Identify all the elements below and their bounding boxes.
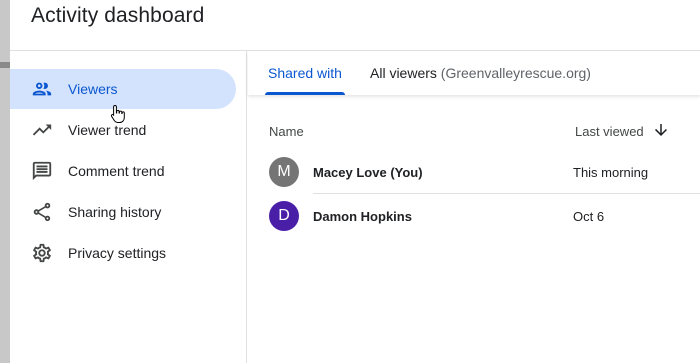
tab-all-viewers[interactable]: All viewers (Greenvalleyrescue.org) [370,51,591,95]
hand-cursor-icon [110,104,125,123]
share-icon [30,200,54,224]
sidebar-item-comment-trend[interactable]: Comment trend [10,151,236,191]
activity-dashboard-dialog: Activity dashboard Viewers Viewer trend … [10,0,700,363]
dialog-header: Activity dashboard [10,0,700,51]
tab-domain: (Greenvalleyrescue.org) [440,65,591,81]
sidebar-item-label: Viewer trend [68,122,147,138]
sidebar-item-label: Privacy settings [68,245,167,261]
arrow-down-icon[interactable] [652,121,670,139]
avatar: M [269,157,299,187]
people-icon [30,77,54,101]
dialog-title: Activity dashboard [31,4,205,27]
person-name: Macey Love (You) [313,165,423,180]
person-name: Damon Hopkins [313,209,412,224]
row-divider [313,193,700,194]
sidebar-item-viewers[interactable]: Viewers [10,69,236,109]
active-tab-indicator [265,92,345,95]
sidebar-item-privacy-settings[interactable]: Privacy settings [10,233,236,273]
tab-label: Shared with [268,65,342,81]
sidebar-item-label: Comment trend [68,163,165,179]
main-panel: Shared with All viewers (Greenvalleyresc… [248,51,700,363]
avatar: D [269,201,299,231]
last-viewed-value: This morning [573,165,649,180]
gear-icon [30,241,54,265]
sidebar: Viewers Viewer trend Comment trend Shari… [10,51,247,363]
sidebar-item-sharing-history[interactable]: Sharing history [10,192,236,232]
trending-up-icon [30,118,54,142]
column-header-last-viewed[interactable]: Last viewed [575,124,644,139]
column-header-name[interactable]: Name [269,124,304,139]
sidebar-item-label: Viewers [68,81,118,97]
background-window-edge [0,0,10,363]
last-viewed-value: Oct 6 [573,209,605,224]
tab-label: All viewers [370,65,437,81]
comment-icon [30,159,54,183]
sidebar-item-label: Sharing history [68,204,162,220]
tab-shared-with[interactable]: Shared with [265,51,345,95]
tab-bar: Shared with All viewers (Greenvalleyresc… [248,51,700,95]
